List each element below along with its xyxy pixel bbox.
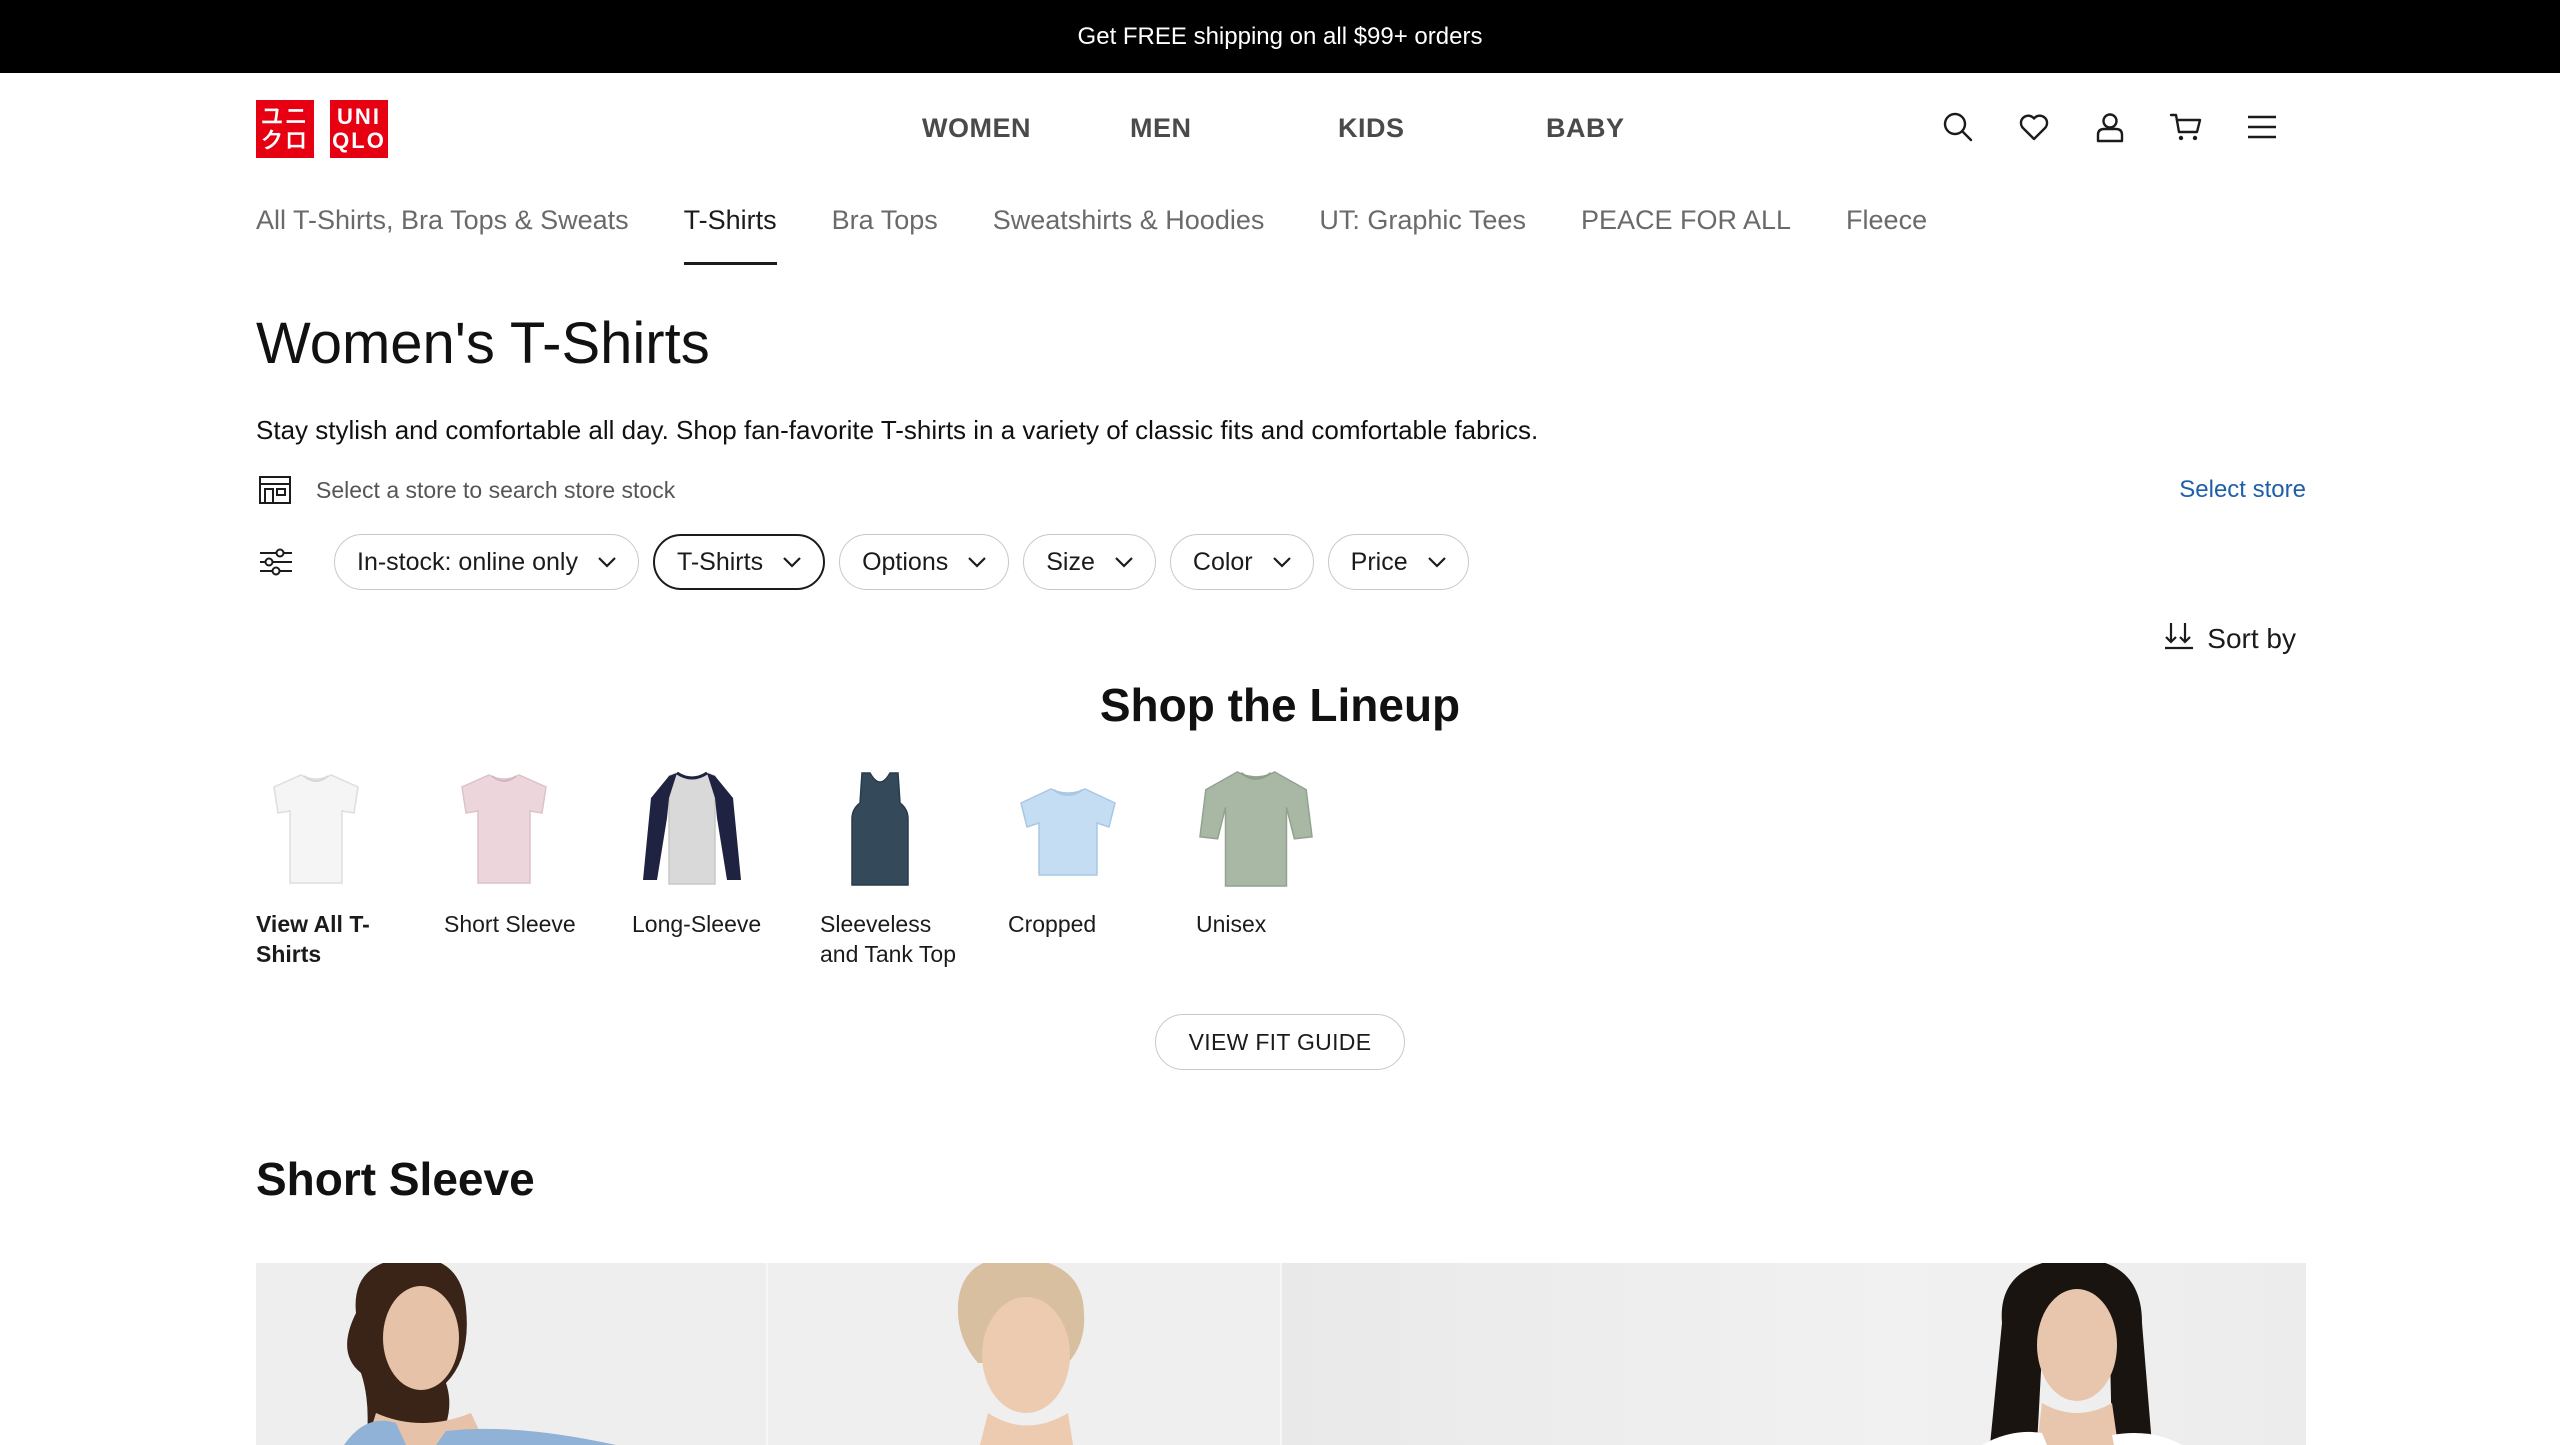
- store-icon: [258, 475, 292, 505]
- filter-price[interactable]: Price: [1327, 534, 1469, 590]
- chevron-down-icon: [968, 557, 987, 568]
- store-selector-row: Select a store to search store stock Sel…: [256, 472, 2306, 508]
- search-icon[interactable]: [1940, 109, 1976, 145]
- chevron-down-icon: [1115, 557, 1133, 568]
- nav-women[interactable]: WOMEN: [922, 113, 1130, 144]
- tshirt-white-image: [256, 766, 376, 891]
- subnav-peace-for-all[interactable]: PEACE FOR ALL: [1581, 205, 1791, 265]
- product-card[interactable]: [768, 1263, 1282, 1445]
- lineup-label: Unisex: [1196, 911, 1267, 937]
- model-photo: [957, 1263, 1085, 1445]
- cropped-tee-image: [1008, 766, 1128, 891]
- filter-size[interactable]: Size: [1023, 534, 1156, 590]
- product-card[interactable]: [256, 1263, 768, 1445]
- chevron-down-icon: [783, 557, 801, 568]
- page-title: Women's T-Shirts: [256, 311, 710, 376]
- lineup-title: Shop the Lineup: [1099, 679, 1461, 731]
- logo-latin: UNI QLO: [330, 100, 388, 158]
- nav-men[interactable]: MEN: [1130, 113, 1338, 144]
- site-header: ユニ クロ UNI QLO WOMEN MEN KIDS BABY: [0, 73, 2560, 188]
- lineup-unisex[interactable]: Unisex: [1196, 766, 1384, 969]
- lineup-cropped[interactable]: Cropped: [1008, 766, 1196, 969]
- chevron-down-icon: [1272, 557, 1291, 568]
- promo-bar: Get FREE shipping on all $99+ orders: [0, 0, 2560, 73]
- tshirt-pink-image: [444, 766, 564, 891]
- logo-katakana: ユニ クロ: [256, 100, 314, 158]
- lineup-long-sleeve[interactable]: Long-Sleeve: [632, 766, 820, 969]
- lineup-view-all[interactable]: View All T-Shirts: [256, 766, 444, 969]
- header-icons: [1940, 109, 2280, 145]
- heart-icon[interactable]: [2016, 109, 2052, 145]
- filter-color[interactable]: Color: [1169, 534, 1314, 590]
- account-icon[interactable]: [2092, 109, 2128, 145]
- store-prompt: Select a store to search store stock: [316, 476, 676, 503]
- promo-text: Get FREE shipping on all $99+ orders: [1077, 22, 1483, 50]
- filter-options[interactable]: Options: [839, 534, 1010, 590]
- model-photo: [1982, 1263, 2182, 1445]
- filter-bar: In-stock: online only T-Shirts Options S…: [256, 534, 1469, 590]
- lineup-label: View All T-Shirts: [256, 911, 370, 967]
- nav-baby[interactable]: BABY: [1546, 113, 1754, 144]
- subnav-bra-tops[interactable]: Bra Tops: [832, 205, 938, 265]
- filter-tshirts[interactable]: T-Shirts: [652, 534, 826, 590]
- lineup-label: Long-Sleeve: [632, 911, 762, 937]
- view-fit-guide-button[interactable]: VIEW FIT GUIDE: [1155, 1014, 1405, 1070]
- lineup-short-sleeve[interactable]: Short Sleeve: [444, 766, 632, 969]
- raglan-longsleeve-image: [632, 766, 752, 891]
- product-grid: [256, 1263, 2306, 1445]
- sort-label: Sort by: [2207, 622, 2296, 654]
- section-title: Short Sleeve: [256, 1153, 535, 1205]
- chevron-down-icon: [1427, 557, 1446, 568]
- tank-top-image: [820, 766, 940, 891]
- nav-kids[interactable]: KIDS: [1338, 113, 1546, 144]
- lineup-label: Short Sleeve: [444, 911, 576, 937]
- filter-in-stock[interactable]: In-stock: online only: [334, 534, 639, 590]
- menu-icon[interactable]: [2244, 109, 2280, 145]
- product-card[interactable]: [1282, 1263, 2306, 1445]
- subnav-fleece[interactable]: Fleece: [1846, 205, 1927, 265]
- select-store-link[interactable]: Select store: [2179, 476, 2306, 504]
- main-nav: WOMEN MEN KIDS BABY: [922, 113, 1754, 144]
- category-subnav: All T-Shirts, Bra Tops & Sweats T-Shirts…: [256, 205, 1982, 265]
- model-photo: [344, 1263, 616, 1445]
- sort-icon: [2163, 620, 2195, 657]
- subnav-all-tshirts[interactable]: All T-Shirts, Bra Tops & Sweats: [256, 205, 629, 265]
- subnav-tshirts[interactable]: T-Shirts: [683, 205, 777, 265]
- lineup-sleeveless[interactable]: Sleeveless and Tank Top: [820, 766, 1008, 969]
- chevron-down-icon: [598, 557, 616, 568]
- page-description: Stay stylish and comfortable all day. Sh…: [256, 415, 1539, 445]
- filter-sliders-icon[interactable]: [256, 542, 296, 582]
- unisex-tee-image: [1196, 766, 1316, 891]
- cart-icon[interactable]: [2168, 109, 2204, 145]
- lineup-label: Cropped: [1008, 911, 1097, 937]
- sort-by-button[interactable]: Sort by: [2163, 620, 2296, 657]
- subnav-sweatshirts-hoodies[interactable]: Sweatshirts & Hoodies: [993, 205, 1265, 265]
- lineup-label: Sleeveless and Tank Top: [820, 911, 956, 967]
- subnav-ut-graphic-tees[interactable]: UT: Graphic Tees: [1319, 205, 1526, 265]
- lineup-carousel: View All T-Shirts Short Sleeve Long-Slee…: [256, 766, 1384, 969]
- uniqlo-logo[interactable]: ユニ クロ UNI QLO: [256, 100, 388, 158]
